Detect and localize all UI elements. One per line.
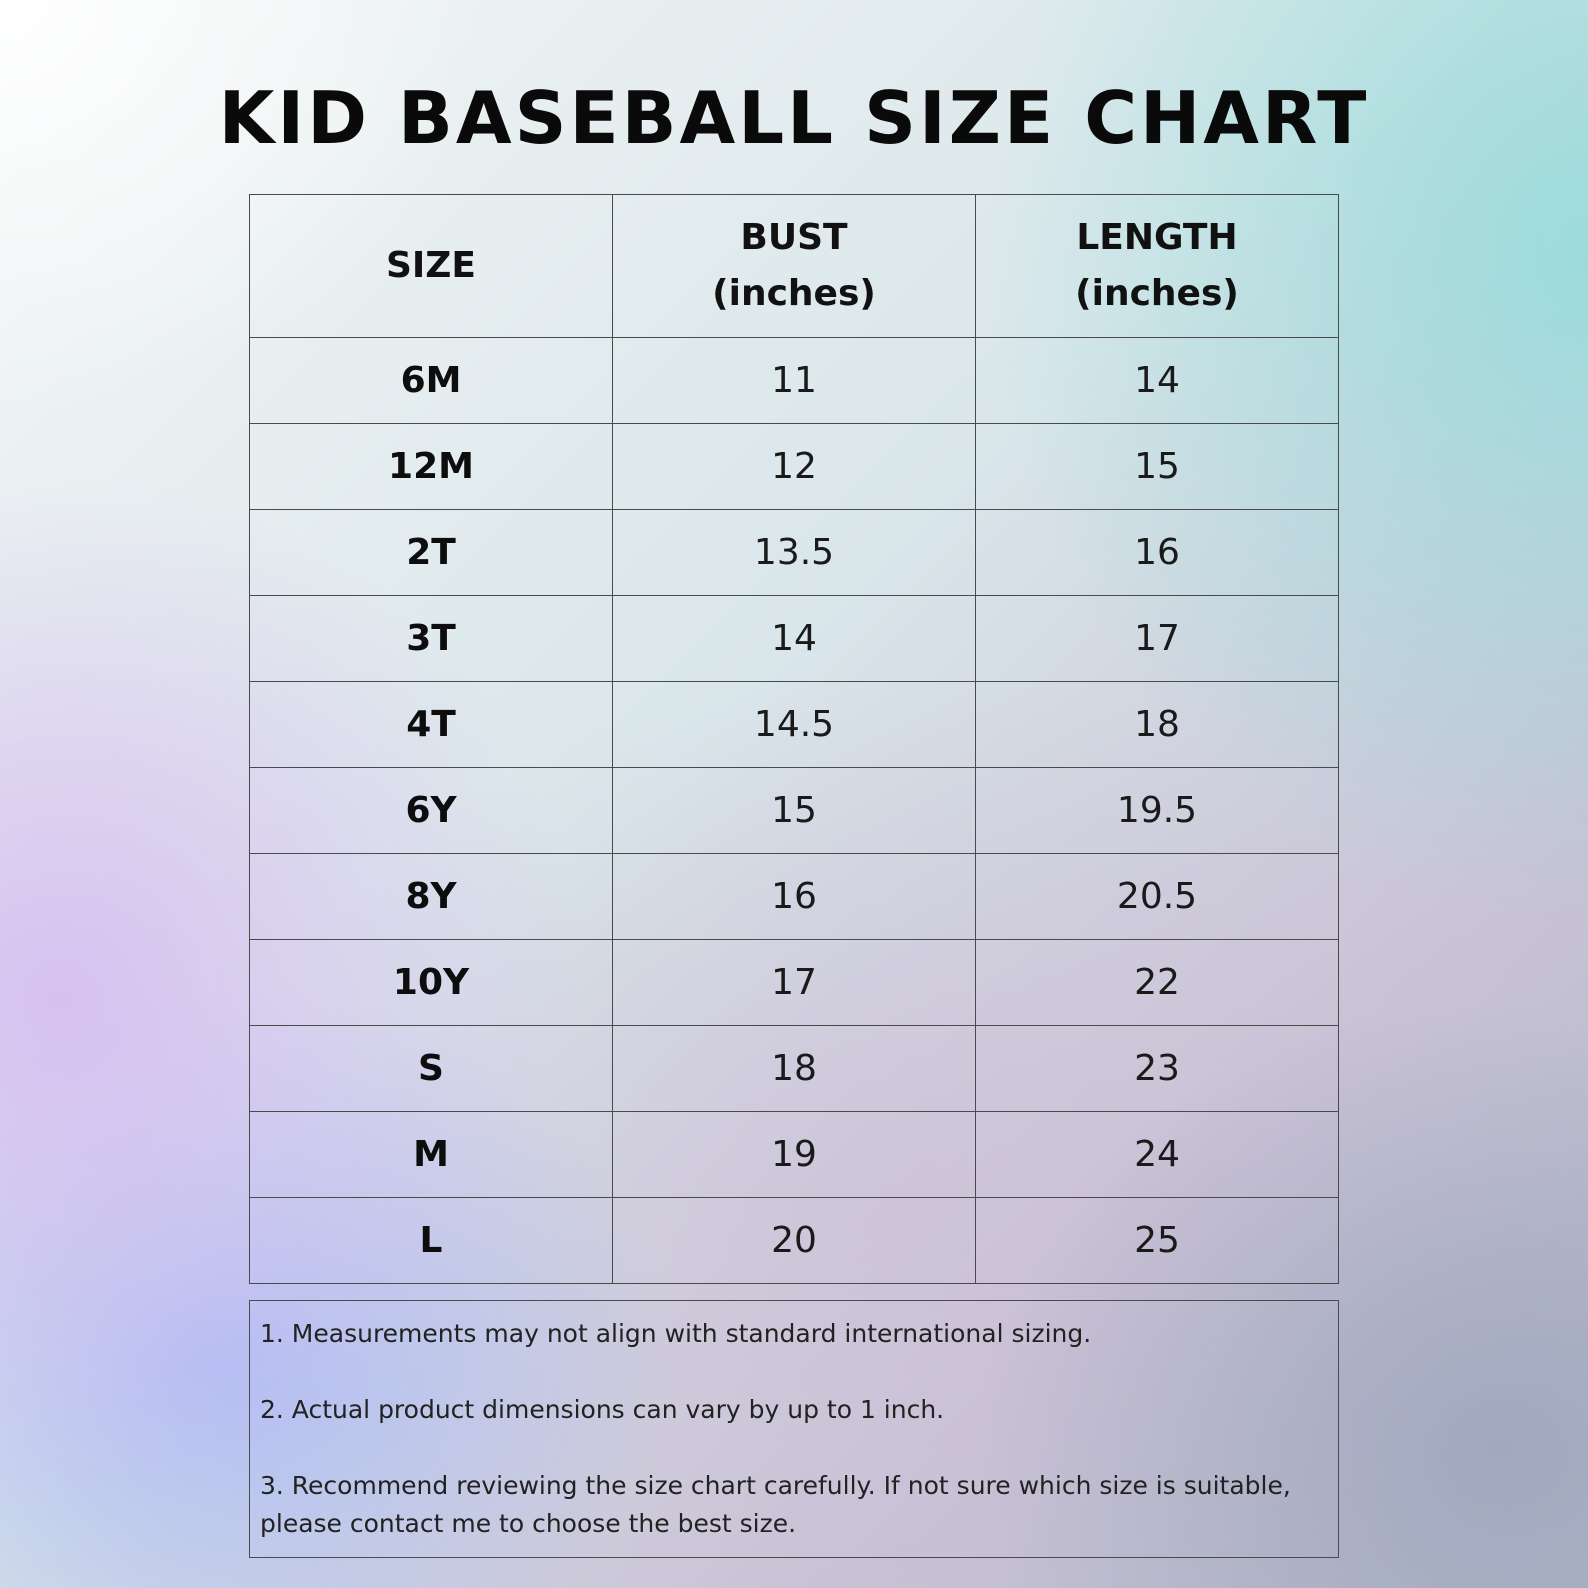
note-item: 2. Actual product dimensions can vary by…: [260, 1395, 945, 1424]
size-cell: 4T: [249, 681, 613, 768]
length-cell: 16: [975, 509, 1339, 596]
table-row: 10Y 17 22: [249, 939, 1339, 1026]
table-header-row: SIZE BUST (inches) LENGTH (inches): [249, 194, 1339, 338]
length-cell: 24: [975, 1111, 1339, 1198]
table-row: 2T 13.5 16: [249, 509, 1339, 596]
size-cell: 2T: [249, 509, 613, 596]
column-header-size: SIZE: [249, 194, 613, 338]
size-cell: 3T: [249, 595, 613, 682]
bust-cell: 14.5: [612, 681, 976, 768]
length-cell: 17: [975, 595, 1339, 682]
length-cell: 15: [975, 423, 1339, 510]
bust-cell: 15: [612, 767, 976, 854]
table-row: 6M 11 14: [249, 337, 1339, 424]
table-row: S 18 23: [249, 1025, 1339, 1112]
column-header-bust-label: BUST: [740, 217, 848, 258]
length-cell: 18: [975, 681, 1339, 768]
column-header-length-label: LENGTH: [1076, 217, 1238, 258]
size-cell: L: [249, 1197, 613, 1284]
bust-cell: 19: [612, 1111, 976, 1198]
table-row: L 20 25: [249, 1197, 1339, 1284]
bust-cell: 18: [612, 1025, 976, 1112]
size-cell: 8Y: [249, 853, 613, 940]
length-cell: 20.5: [975, 853, 1339, 940]
size-table: SIZE BUST (inches) LENGTH (inches) 6M 11…: [249, 194, 1339, 1284]
bust-cell: 16: [612, 853, 976, 940]
bust-cell: 11: [612, 337, 976, 424]
size-cell: 6Y: [249, 767, 613, 854]
length-cell: 14: [975, 337, 1339, 424]
table-row: 6Y 15 19.5: [249, 767, 1339, 854]
bust-cell: 17: [612, 939, 976, 1026]
length-cell: 22: [975, 939, 1339, 1026]
size-cell: S: [249, 1025, 613, 1112]
length-cell: 23: [975, 1025, 1339, 1112]
length-cell: 19.5: [975, 767, 1339, 854]
table-row: 8Y 16 20.5: [249, 853, 1339, 940]
size-cell: 6M: [249, 337, 613, 424]
size-cell: M: [249, 1111, 613, 1198]
note-item: 3. Recommend reviewing the size chart ca…: [260, 1471, 1291, 1538]
size-cell: 10Y: [249, 939, 613, 1026]
page-title: KID BASEBALL SIZE CHART: [218, 76, 1370, 160]
bust-cell: 13.5: [612, 509, 976, 596]
notes-box: 1. Measurements may not align with stand…: [249, 1300, 1339, 1558]
table-row: 4T 14.5 18: [249, 681, 1339, 768]
column-header-size-label: SIZE: [385, 245, 477, 286]
bust-cell: 20: [612, 1197, 976, 1284]
note-item: 1. Measurements may not align with stand…: [260, 1319, 1092, 1348]
column-header-length: LENGTH (inches): [975, 194, 1339, 338]
column-header-bust: BUST (inches): [612, 194, 976, 338]
column-header-bust-unit: (inches): [712, 273, 876, 314]
table-row: 12M 12 15: [249, 423, 1339, 510]
table-row: 3T 14 17: [249, 595, 1339, 682]
table-row: M 19 24: [249, 1111, 1339, 1198]
length-cell: 25: [975, 1197, 1339, 1284]
column-header-length-unit: (inches): [1075, 273, 1239, 314]
bust-cell: 12: [612, 423, 976, 510]
size-cell: 12M: [249, 423, 613, 510]
bust-cell: 14: [612, 595, 976, 682]
